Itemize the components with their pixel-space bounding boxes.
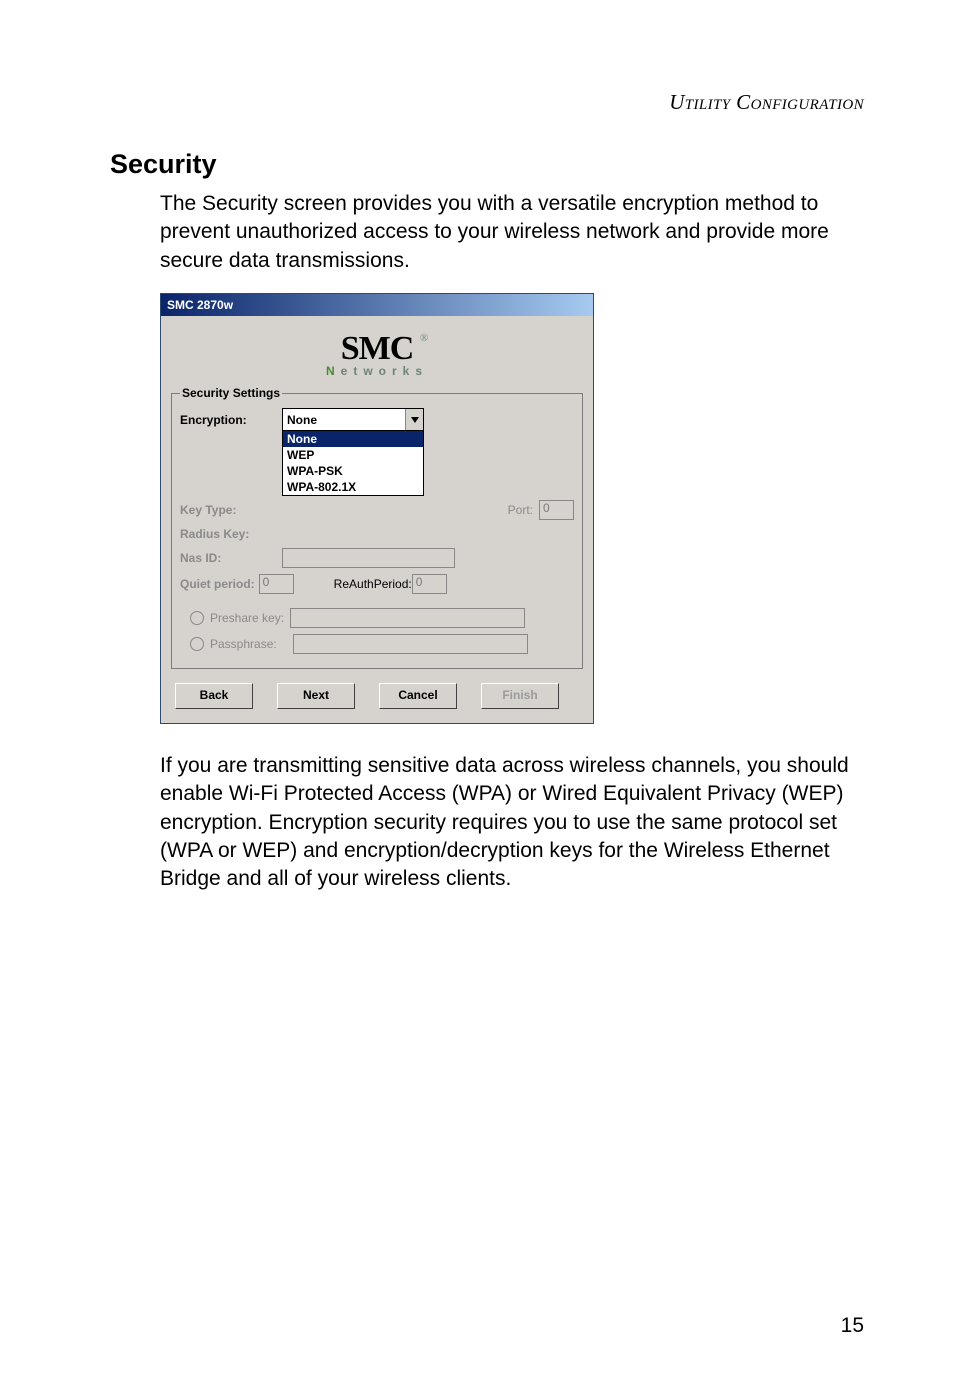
encryption-selected: None: [283, 413, 405, 427]
option-wep[interactable]: WEP: [283, 447, 423, 463]
preshare-field[interactable]: [290, 608, 525, 628]
quietperiod-label: Quiet period:: [180, 577, 255, 591]
passphrase-field[interactable]: [293, 634, 528, 654]
encryption-label: Encryption:: [180, 413, 282, 427]
window-titlebar: SMC 2870w: [161, 294, 593, 316]
next-button[interactable]: Next: [277, 683, 355, 709]
cancel-button[interactable]: Cancel: [379, 683, 457, 709]
keytype-label: Key Type:: [180, 503, 282, 517]
settings-legend: Security Settings: [180, 386, 282, 400]
nasid-label: Nas ID:: [180, 551, 282, 565]
passphrase-radio[interactable]: [190, 637, 204, 651]
preshare-label: Preshare key:: [210, 611, 284, 625]
encryption-dropdown[interactable]: None None WEP WPA-PSK WPA-802.1X: [282, 408, 424, 432]
encryption-options-list[interactable]: None WEP WPA-PSK WPA-802.1X: [282, 430, 424, 496]
chevron-down-icon: [405, 409, 423, 431]
finish-button: Finish: [481, 683, 559, 709]
reauthperiod-label: ReAuthPeriod:: [334, 577, 412, 591]
port-field[interactable]: 0: [539, 500, 574, 520]
preshare-radio[interactable]: [190, 611, 204, 625]
port-label: Port:: [508, 503, 533, 517]
radiuskey-label: Radius Key:: [180, 527, 282, 541]
page-number: 15: [841, 1314, 864, 1338]
passphrase-label: Passphrase:: [210, 637, 277, 651]
back-button[interactable]: Back: [175, 683, 253, 709]
paragraph-protocols: If you are transmitting sensitive data a…: [160, 752, 864, 894]
option-none[interactable]: None: [283, 431, 423, 447]
paragraph-intro: The Security screen provides you with a …: [160, 190, 864, 275]
section-heading: Security: [110, 149, 864, 180]
security-settings-group: Security Settings Encryption: None None …: [171, 386, 583, 669]
logo-registered: ®: [420, 332, 427, 344]
option-wpa-8021x[interactable]: WPA-802.1X: [283, 479, 423, 495]
wizard-window: SMC 2870w SMC ® Networks Security Settin…: [160, 293, 594, 724]
reauthperiod-field[interactable]: 0: [412, 574, 447, 594]
quietperiod-field[interactable]: 0: [259, 574, 294, 594]
page-header: Utility Configuration: [110, 90, 864, 115]
nasid-field[interactable]: [282, 548, 455, 568]
option-wpa-psk[interactable]: WPA-PSK: [283, 463, 423, 479]
logo-text: SMC ®: [341, 330, 414, 368]
logo-area: SMC ® Networks: [161, 316, 593, 382]
